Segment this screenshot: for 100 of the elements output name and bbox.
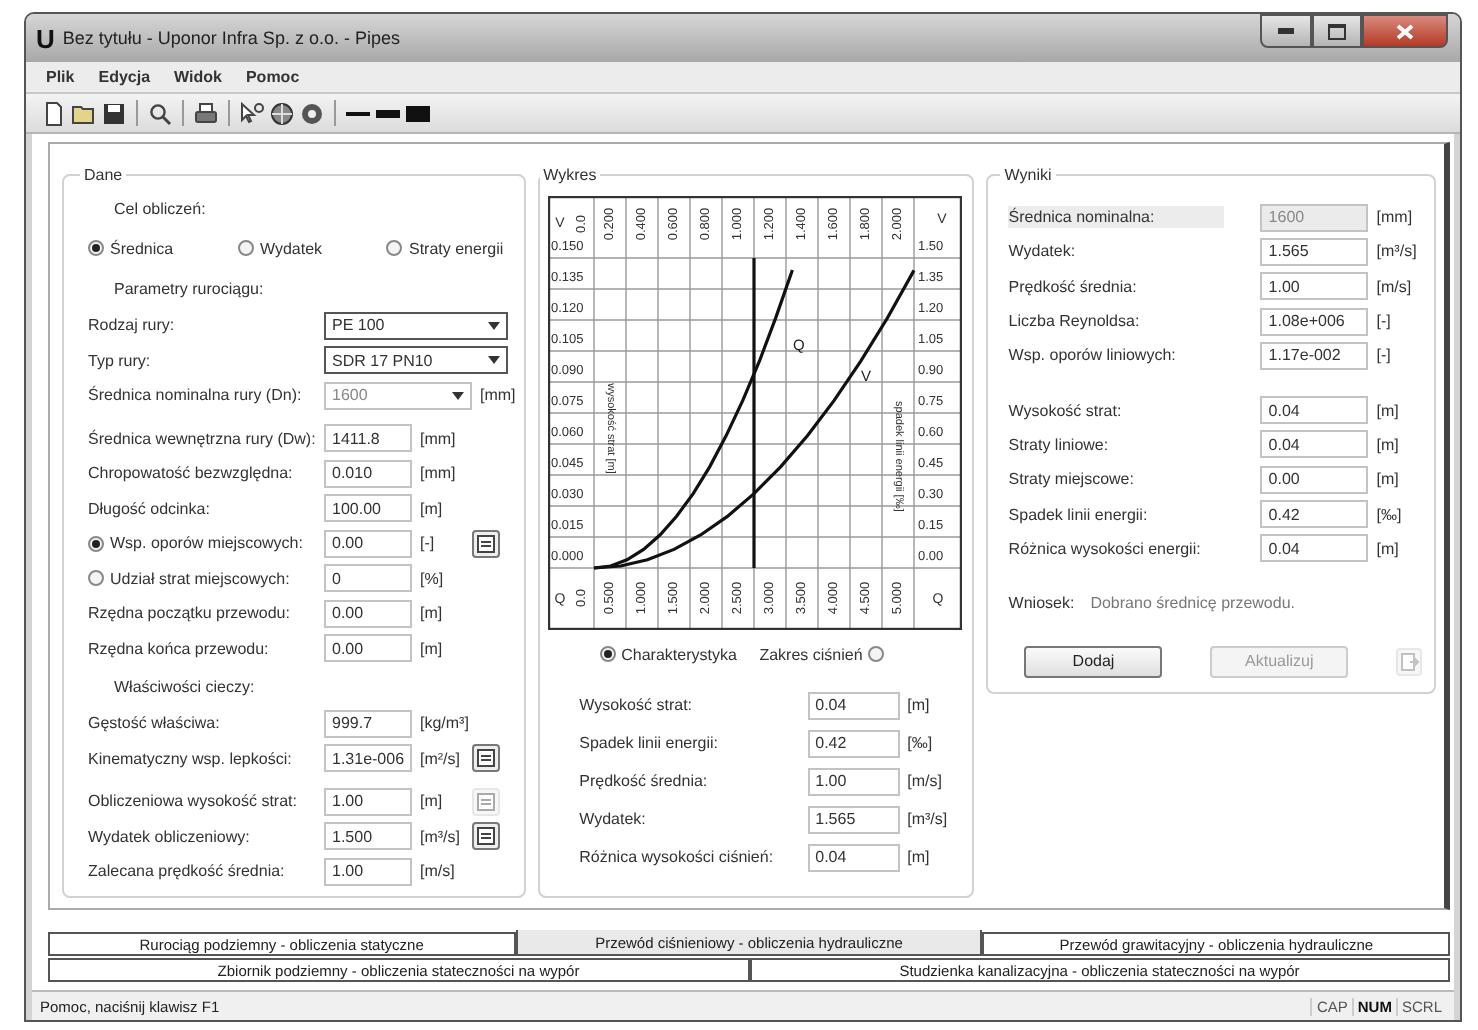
unit-label: [m] [1374,401,1401,420]
field-label: Rzędna końca przewodu: [88,639,271,658]
notepad-button[interactable] [472,744,500,773]
unit-label: [mm] [418,464,458,483]
input-field[interactable]: 1.00 [807,767,900,795]
input-field[interactable]: 100.00 [324,494,412,523]
save-icon[interactable] [102,101,126,125]
unit-label: [‰] [905,734,935,752]
minimize-icon [1278,28,1294,34]
input-field[interactable]: 1.08e+006 [1260,307,1369,336]
notepad-icon [476,748,496,769]
unit-label: [-] [1374,312,1393,331]
close-button[interactable] [1362,14,1448,48]
unit-label: [m/s] [905,772,944,790]
radio-button[interactable] [88,240,104,256]
input-field[interactable]: 0.00 [324,529,412,558]
help-icon[interactable] [300,101,324,125]
input-field[interactable]: 1411.8 [324,424,412,453]
unit-label: [kg/m³] [418,714,471,733]
notepad-button[interactable] [472,822,500,851]
field-label: Średnica nominalna rury (Dn): [88,386,304,405]
radio-label: Zakres ciśnień [759,645,863,663]
minimize-button[interactable] [1260,14,1312,48]
input-field[interactable]: 0.42 [1260,500,1369,529]
input-field[interactable]: 1.31e-006 [324,744,412,773]
input-field[interactable]: 0.010 [324,459,412,488]
input-field[interactable]: 1.00 [324,857,412,886]
radio-button[interactable] [599,646,616,662]
notepad-icon [476,826,496,847]
input-field[interactable]: 1.00 [1260,272,1369,301]
input-field[interactable]: 1.565 [1260,237,1369,266]
input-field[interactable]: 0.00 [324,634,412,663]
unit-label: [mm] [418,429,458,448]
folder-icon[interactable] [72,101,96,125]
new-file-icon[interactable] [42,101,66,125]
maximize-button[interactable] [1312,14,1362,48]
menu-item[interactable]: Pomoc [245,68,300,86]
input-field[interactable]: 0.04 [1260,396,1369,425]
field-label: Średnica nominalna: [1008,206,1225,229]
dropdown-caret-icon [488,321,500,330]
dropdown-caret-icon [488,356,500,365]
app-logo: U [36,25,55,51]
unit-label: [m] [418,639,445,658]
input-field[interactable]: 1.00 [324,787,412,816]
help-pointer-icon[interactable] [240,101,264,125]
field-label: Straty liniowe: [1008,435,1111,454]
conclusion-text: Dobrano średnicę przewodu. [1090,594,1295,613]
action-button[interactable]: Dodaj [1024,645,1163,678]
input-field[interactable]: 0.42 [807,729,900,757]
input-field[interactable]: 1.17e-002 [1260,341,1369,370]
field-label: Kinematyczny wsp. lepkości: [88,749,294,768]
input-field[interactable]: 0.00 [324,599,412,628]
radio-button[interactable] [88,570,104,587]
globe-icon[interactable] [270,101,294,125]
menu-item[interactable]: Edycja [98,68,151,86]
field-label: Średnica wewnętrzna rury (Dw): [88,429,318,448]
input-field[interactable]: 1.565 [807,805,900,833]
input-field[interactable]: 999.7 [324,709,412,738]
field-label: Wsp. oporów miejscowych: [110,534,303,553]
field-label: Długość odcinka: [88,499,212,518]
unit-label: [m] [418,604,445,623]
radio-button[interactable] [238,240,254,256]
dropdown[interactable]: 1600 [324,381,472,410]
input-field[interactable]: 0.04 [807,843,900,871]
radio-button[interactable] [386,240,403,256]
notepad-button[interactable] [472,529,500,558]
field-label: Spadek linii energii: [579,734,720,752]
field-label: Zalecana prędkość średnia: [88,862,287,881]
section-heading: Cel obliczeń: [112,197,208,221]
unit-label: [‰] [1374,505,1404,524]
section-heading: Parametry rurociągu: [112,277,266,302]
field-label: Prędkość średnia: [579,772,710,790]
input-field[interactable]: 0.00 [1260,465,1369,494]
field-label: Prędkość średnia: [1008,277,1139,296]
input-field[interactable]: 0.04 [1260,430,1369,459]
unit-label: [-] [418,534,437,553]
field-label: Chropowatość bezwzględna: [88,464,295,483]
panel-title: Wykres [541,166,599,184]
radio-button[interactable] [88,535,104,552]
menu-item[interactable]: Plik [46,68,75,86]
input-field[interactable]: 0.04 [807,691,900,719]
field-label: Wysokość strat: [579,696,695,714]
input-field[interactable]: 0 [324,564,412,593]
field-label: Rodzaj rury: [88,316,177,335]
unit-label: [m³/s] [905,810,950,828]
printer-icon[interactable] [194,101,218,125]
dropdown[interactable]: SDR 17 PN10 [324,346,508,375]
panel-title: Dane [82,166,125,184]
input-field[interactable]: 1.500 [324,822,412,851]
dropdown[interactable]: PE 100 [324,311,508,340]
field-label: Wsp. oporów liniowych: [1008,346,1178,365]
input-field[interactable]: 0.04 [1260,534,1369,563]
unit-label: [m] [905,696,932,714]
notepad-icon [476,791,496,812]
unit-label: [m] [1374,470,1401,489]
dropdown-caret-icon [452,391,464,400]
search-icon[interactable] [148,101,172,125]
radio-button[interactable] [868,646,885,662]
menu-item[interactable]: Widok [174,68,222,86]
notepad-icon [476,533,496,554]
